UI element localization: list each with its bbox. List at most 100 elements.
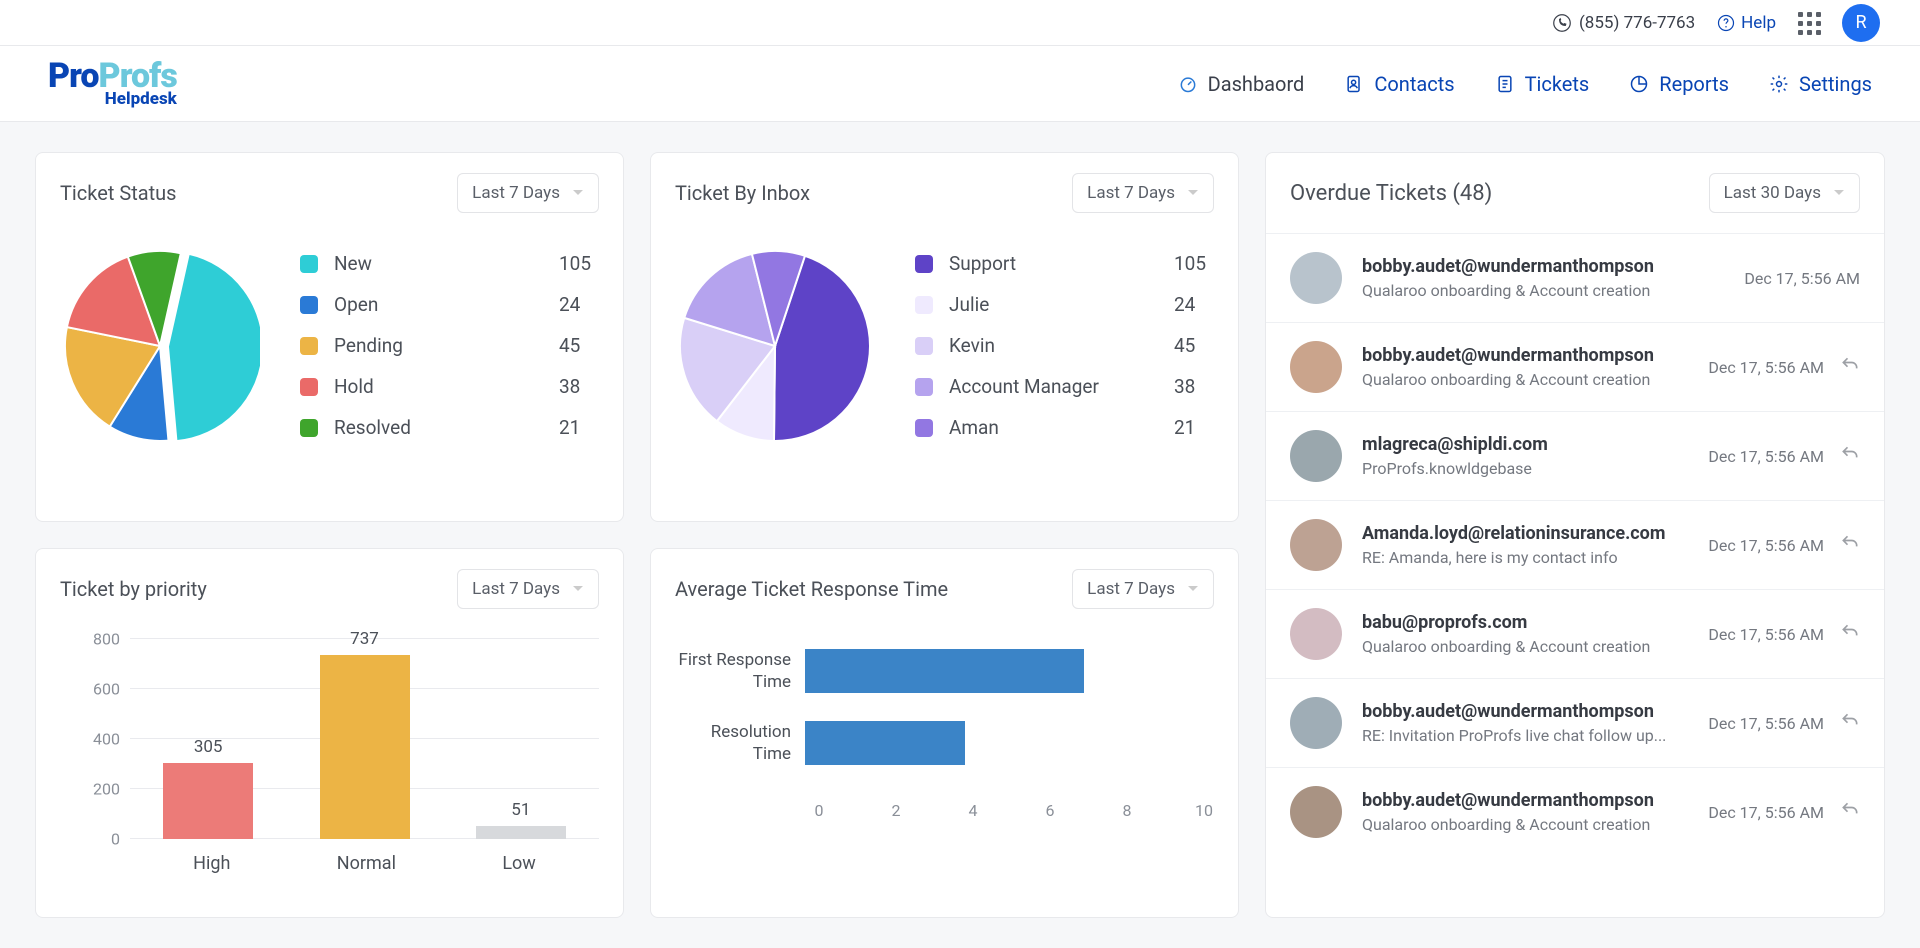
legend-swatch: [915, 378, 933, 396]
y-tick: 400: [70, 730, 120, 749]
nav-dashbaord[interactable]: Dashbaord: [1178, 72, 1305, 96]
ticket-avatar: [1290, 341, 1342, 393]
card-title: Ticket By Inbox: [675, 181, 810, 205]
reply-icon[interactable]: [1840, 355, 1860, 379]
ticket-subject: ProProfs.knowldgebase: [1362, 459, 1688, 478]
legend-label: New: [334, 252, 559, 275]
x-label: Normal: [337, 853, 396, 874]
reply-icon[interactable]: [1840, 444, 1860, 468]
ticket-row[interactable]: babu@proprofs.com Qualaroo onboarding & A…: [1266, 589, 1884, 678]
legend-value: 24: [1174, 293, 1214, 316]
range-selector-overdue[interactable]: Last 30 Days: [1709, 173, 1860, 213]
legend-swatch: [300, 337, 318, 355]
ticket-from: mlagreca@shipldi.com: [1362, 434, 1688, 455]
card-title: Ticket Status: [60, 181, 177, 205]
legend-label: Open: [334, 293, 559, 316]
range-selector-status[interactable]: Last 7 Days: [457, 173, 599, 213]
nav-tickets[interactable]: Tickets: [1495, 72, 1590, 96]
x-tick: 10: [1195, 801, 1213, 820]
y-tick: 600: [70, 680, 120, 699]
settings-icon: [1769, 74, 1789, 94]
ticket-time: Dec 17, 5:56 AM: [1708, 447, 1824, 466]
ticket-subject: Qualaroo onboarding & Account creation: [1362, 637, 1688, 656]
ticket-subject: RE: Amanda, here is my contact info: [1362, 548, 1688, 567]
hbar-label: ResolutionTime: [675, 721, 805, 765]
card-ticket-status: Ticket Status Last 7 Days New105Open24Pe…: [35, 152, 624, 522]
ticket-row[interactable]: mlagreca@shipldi.com ProProfs.knowldgebas…: [1266, 411, 1884, 500]
nav-contacts[interactable]: Contacts: [1344, 72, 1454, 96]
nav-label: Contacts: [1374, 72, 1454, 96]
phone-number: (855) 776-7763: [1579, 13, 1695, 33]
legend-item: New105: [300, 243, 599, 284]
reply-icon[interactable]: [1840, 622, 1860, 646]
reply-icon[interactable]: [1840, 711, 1860, 735]
reply-icon[interactable]: [1840, 533, 1860, 557]
tickets-icon: [1495, 74, 1515, 94]
legend-item: Support105: [915, 243, 1214, 284]
legend-swatch: [300, 419, 318, 437]
legend-item: Hold38: [300, 366, 599, 407]
range-selector-priority[interactable]: Last 7 Days: [457, 569, 599, 609]
ticket-avatar: [1290, 786, 1342, 838]
range-selector-response[interactable]: Last 7 Days: [1072, 569, 1214, 609]
legend-label: Hold: [334, 375, 559, 398]
legend-swatch: [300, 378, 318, 396]
legend-value: 38: [559, 375, 599, 398]
legend-swatch: [300, 296, 318, 314]
ticket-time: Dec 17, 5:56 AM: [1708, 714, 1824, 733]
range-selector-inbox[interactable]: Last 7 Days: [1072, 173, 1214, 213]
ticket-row[interactable]: Amanda.loyd@relationinsurance.comRE: Ama…: [1266, 500, 1884, 589]
bar: [163, 763, 253, 839]
apps-grid-icon[interactable]: [1798, 12, 1820, 34]
reply-icon[interactable]: [1840, 800, 1860, 824]
ticket-row[interactable]: bobby.audet@wundermanthompsonRE: Invitat…: [1266, 678, 1884, 767]
ticket-from: bobby.audet@wundermanthompson: [1362, 256, 1724, 277]
hbar-label: First ResponseTime: [675, 649, 805, 693]
overdue-ticket-list: bobby.audet@wundermanthompson Qualaroo on…: [1266, 233, 1884, 856]
ticket-from: bobby.audet@wundermanthompson: [1362, 790, 1688, 811]
main-nav: Dashbaord Contacts Tickets Reports Settings: [1178, 72, 1872, 96]
nav-label: Settings: [1799, 72, 1872, 96]
ticket-avatar: [1290, 608, 1342, 660]
ticket-time: Dec 17, 5:56 AM: [1708, 803, 1824, 822]
card-title: Average Ticket Response Time: [675, 577, 948, 601]
help-link[interactable]: Help: [1717, 13, 1776, 33]
bar: [476, 826, 566, 839]
user-avatar[interactable]: R: [1842, 4, 1880, 42]
legend-item: Pending45: [300, 325, 599, 366]
hbar-chart-response: First ResponseTimeResolutionTime0246810: [675, 629, 1214, 823]
support-phone[interactable]: (855) 776-7763: [1553, 13, 1695, 33]
legend-label: Kevin: [949, 334, 1174, 357]
dashbaord-icon: [1178, 74, 1198, 94]
x-tick: 8: [1123, 801, 1132, 820]
legend-status: New105Open24Pending45Hold38Resolved21: [300, 243, 599, 448]
legend-item: Resolved21: [300, 407, 599, 448]
card-title: Ticket by priority: [60, 577, 207, 601]
pie-chart-inbox: [675, 246, 875, 446]
bar-value: 305: [194, 737, 223, 757]
phone-icon: [1553, 14, 1571, 32]
chevron-down-icon: [1187, 187, 1199, 199]
ticket-avatar: [1290, 519, 1342, 571]
legend-value: 45: [559, 334, 599, 357]
legend-value: 21: [559, 416, 599, 439]
card-ticket-inbox: Ticket By Inbox Last 7 Days Support105Ju…: [650, 152, 1239, 522]
chevron-down-icon: [572, 583, 584, 595]
brand-logo[interactable]: ProProfs Helpdesk: [48, 59, 177, 109]
legend-value: 105: [1174, 252, 1214, 275]
bar-value: 51: [511, 800, 530, 820]
ticket-subject: Qualaroo onboarding & Account creation: [1362, 815, 1688, 834]
ticket-from: babu@proprofs.com: [1362, 612, 1688, 633]
chevron-down-icon: [1833, 187, 1845, 199]
legend-label: Account Manager: [949, 375, 1174, 398]
ticket-row[interactable]: bobby.audet@wundermanthompsonQualaroo on…: [1266, 233, 1884, 322]
ticket-row[interactable]: bobby.audet@wundermanthompson Qualaroo on…: [1266, 767, 1884, 856]
legend-item: Julie24: [915, 284, 1214, 325]
ticket-row[interactable]: bobby.audet@wundermanthompsonQualaroo on…: [1266, 322, 1884, 411]
legend-swatch: [300, 255, 318, 273]
nav-reports[interactable]: Reports: [1629, 72, 1729, 96]
nav-settings[interactable]: Settings: [1769, 72, 1872, 96]
ticket-time: Dec 17, 5:56 AM: [1708, 536, 1824, 555]
legend-item: Aman21: [915, 407, 1214, 448]
legend-value: 38: [1174, 375, 1214, 398]
